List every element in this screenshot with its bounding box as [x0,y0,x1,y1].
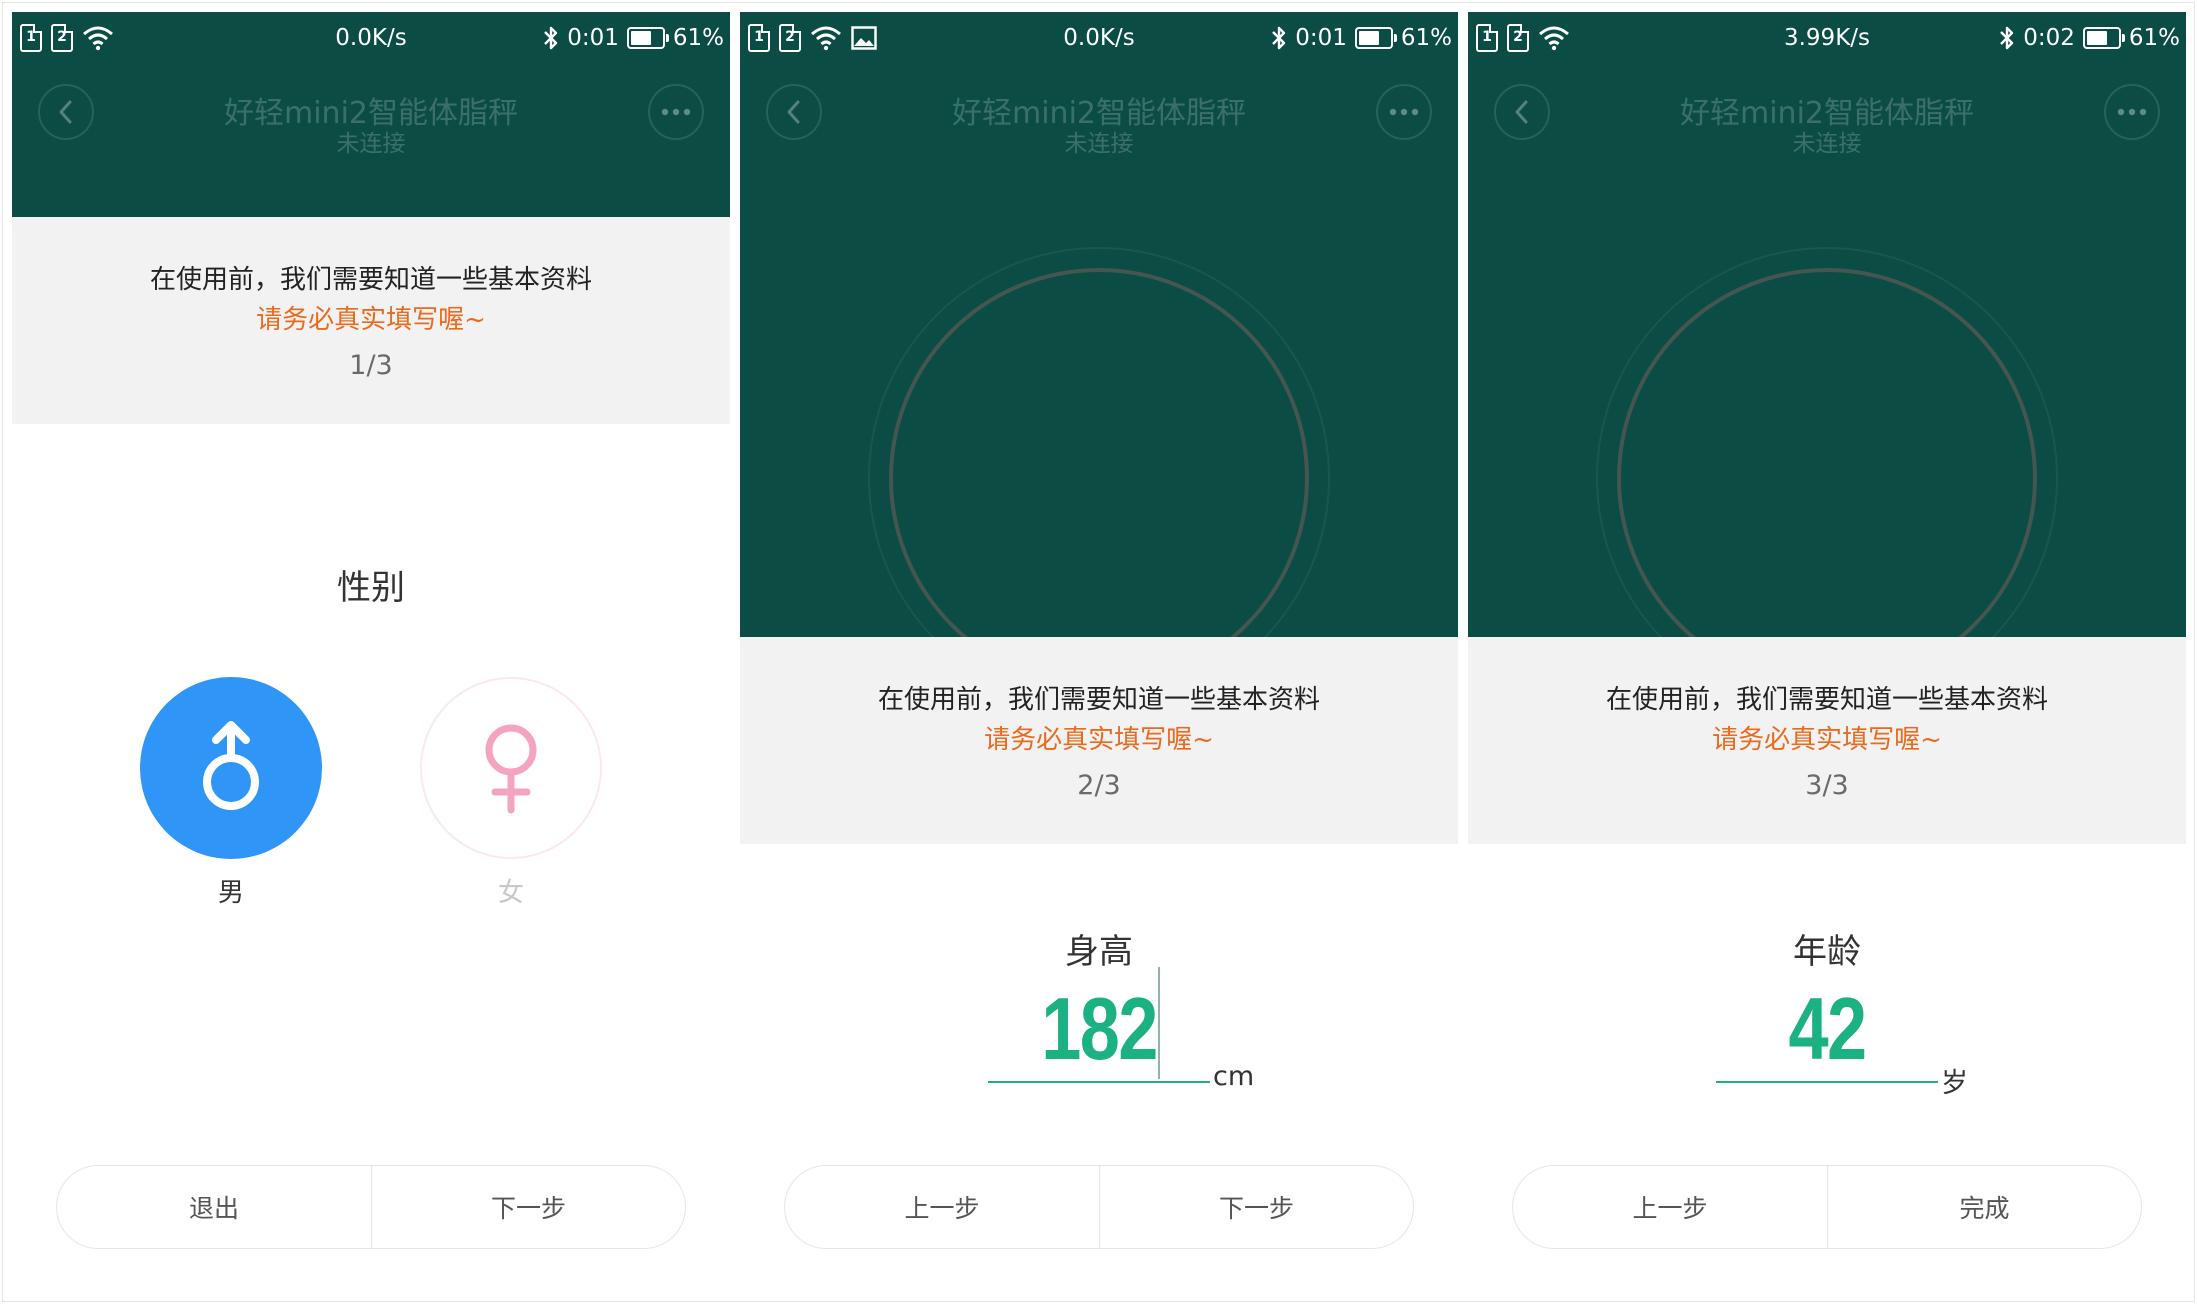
male-label: 男 [217,878,244,908]
battery-icon [2082,27,2125,49]
more-dots-icon [1389,108,1419,116]
female-symbol-icon [485,724,537,814]
status-right: 0:01 61% [1271,22,1452,54]
female-label: 女 [497,878,524,908]
intro-warning: 请务必真实填写喔~ [1712,725,1942,755]
scale-ring [1468,217,2186,637]
battery-icon [626,27,669,49]
screen-age: 1 2 3.99K/s 0:02 61% 好轻mini2智能体脂秤 未连接 在使… [1468,12,2186,1298]
button-bar: 退出 下一步 [56,1165,686,1249]
status-bar: 1 2 0.0K/s 0:01 61% [740,12,1458,64]
battery-level: 61% [672,25,724,51]
status-right: 0:01 61% [543,22,724,54]
previous-button[interactable]: 上一步 [1513,1166,1828,1248]
clock: 0:01 [1295,25,1347,51]
connection-status: 未连接 [1064,131,1134,157]
intro-panel: 在使用前，我们需要知道一些基本资料 请务必真实填写喔~ 3/3 [1468,637,2186,844]
height-unit: cm [1213,1061,1255,1092]
height-label: 身高 [1065,932,1133,972]
intro-text: 在使用前，我们需要知道一些基本资料 [149,265,592,295]
status-right: 0:02 61% [1999,22,2180,54]
page: 1 2 0.0K/s 0:01 61% 好轻mini2智能体脂秤 未连接 在使用… [0,0,2197,1304]
next-button[interactable]: 下一步 [372,1166,685,1248]
clock: 0:01 [567,25,619,51]
button-bar: 上一步 完成 [1512,1165,2142,1249]
age-unit: 岁 [1941,1068,1968,1099]
intro-panel: 在使用前，我们需要知道一些基本资料 请务必真实填写喔~ 2/3 [740,637,1458,844]
connection-status: 未连接 [1792,131,1862,157]
input-underline [1716,1081,1938,1083]
intro-warning: 请务必真实填写喔~ [984,725,1214,755]
finish-button[interactable]: 完成 [1828,1166,2141,1248]
app-header: 1 2 3.99K/s 0:02 61% 好轻mini2智能体脂秤 未连接 [1468,12,2186,637]
connection-status: 未连接 [336,131,406,157]
next-button[interactable]: 下一步 [1100,1166,1413,1248]
button-bar: 上一步 下一步 [784,1165,1414,1249]
step-indicator: 1/3 [349,350,393,381]
bluetooth-icon [1272,26,1286,50]
age-input[interactable]: 42 [1533,978,2122,1080]
scale-ring [740,217,1458,637]
more-dots-icon [661,108,691,116]
battery-level: 61% [1400,25,1452,51]
previous-button[interactable]: 上一步 [785,1166,1100,1248]
input-underline [988,1081,1210,1083]
male-symbol-icon [203,721,259,810]
intro-panel: 在使用前，我们需要知道一些基本资料 请务必真实填写喔~ 1/3 [12,217,730,424]
text-cursor [1158,967,1160,1079]
more-button[interactable] [648,84,704,140]
intro-text: 在使用前，我们需要知道一些基本资料 [877,685,1320,715]
female-option[interactable] [420,677,602,859]
gender-label: 性别 [337,568,405,608]
screen-height: 1 2 0.0K/s 0:01 61% 好轻mini2智能体脂秤 未连接 在使用… [740,12,1458,1298]
status-bar: 1 2 0.0K/s 0:01 61% [12,12,730,64]
battery-level: 61% [2128,25,2180,51]
bluetooth-icon [544,26,558,50]
intro-text: 在使用前，我们需要知道一些基本资料 [1605,685,2048,715]
more-dots-icon [2117,108,2147,116]
more-button[interactable] [1376,84,1432,140]
male-option[interactable] [140,677,322,859]
age-label: 年龄 [1793,932,1861,972]
height-input[interactable]: 182 [805,978,1394,1080]
bluetooth-icon [2000,26,2014,50]
exit-button[interactable]: 退出 [57,1166,372,1248]
more-button[interactable] [2104,84,2160,140]
clock: 0:02 [2023,25,2075,51]
app-header: 1 2 0.0K/s 0:01 61% 好轻mini2智能体脂秤 未连接 [740,12,1458,637]
status-bar: 1 2 3.99K/s 0:02 61% [1468,12,2186,64]
step-indicator: 2/3 [1077,770,1121,801]
intro-warning: 请务必真实填写喔~ [256,305,486,335]
screen-gender: 1 2 0.0K/s 0:01 61% 好轻mini2智能体脂秤 未连接 在使用… [12,12,730,1298]
battery-icon [1354,27,1397,49]
app-header: 1 2 0.0K/s 0:01 61% 好轻mini2智能体脂秤 未连接 [12,12,730,217]
step-indicator: 3/3 [1805,770,1849,801]
